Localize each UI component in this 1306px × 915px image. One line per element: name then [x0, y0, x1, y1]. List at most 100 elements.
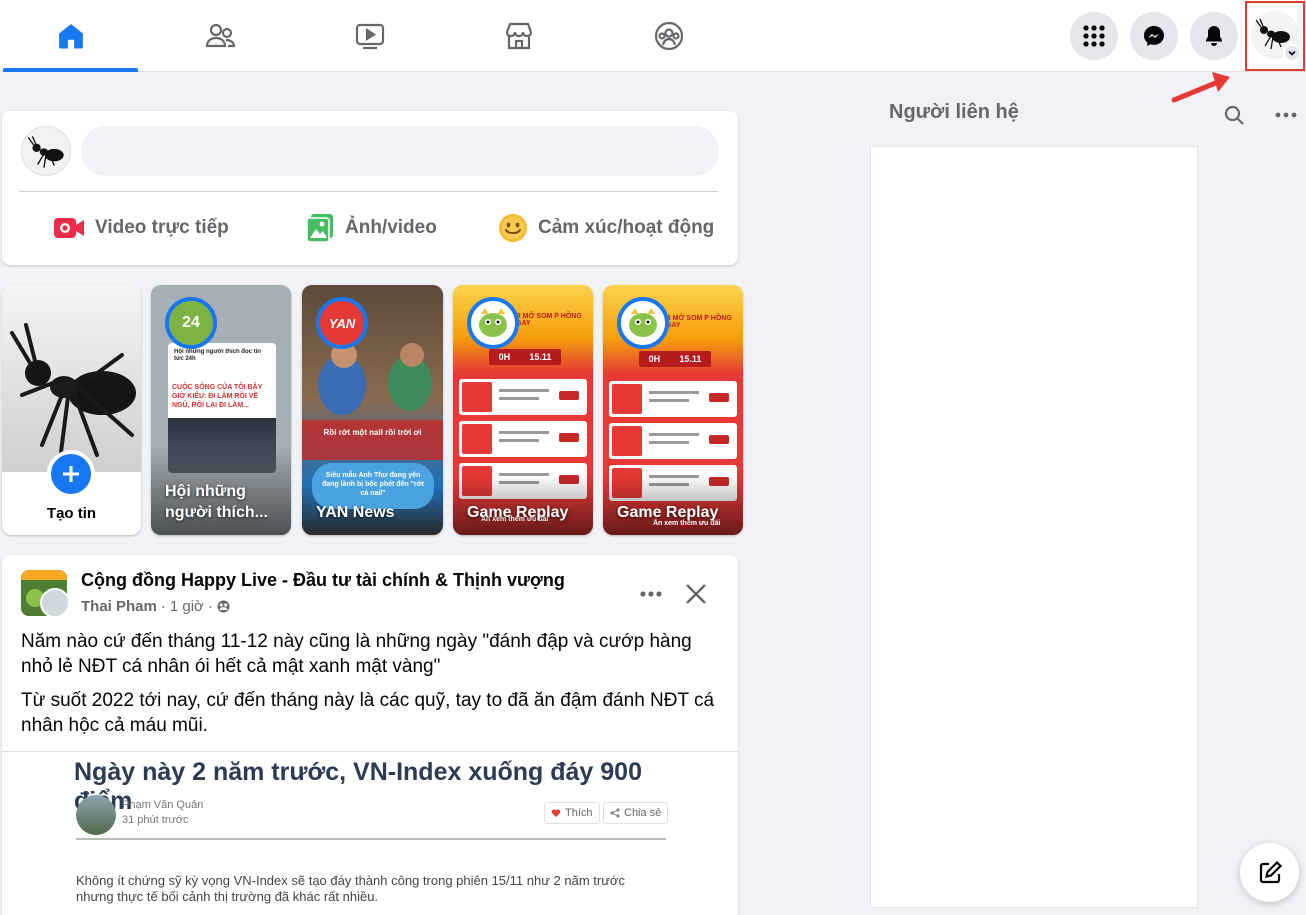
watch-icon	[355, 23, 384, 50]
tab-home[interactable]	[3, 0, 138, 72]
composer-avatar[interactable]	[21, 126, 71, 176]
game-mascot-icon	[621, 301, 665, 345]
marketplace-icon	[505, 22, 532, 50]
article-time: 31 phút trước	[122, 814, 189, 826]
post-paragraph: Từ suốt 2022 tới nay, cứ đến tháng này l…	[21, 690, 715, 736]
close-icon	[686, 584, 706, 604]
article-share-button: Chia sẻ	[603, 802, 669, 824]
promo-row	[609, 423, 737, 459]
notifications-button[interactable]	[1190, 12, 1238, 60]
new-message-button[interactable]	[1240, 843, 1299, 902]
promo-date-day: 15.11	[679, 354, 702, 364]
heart-icon	[551, 809, 561, 817]
group-name-link[interactable]: Cộng đồng Happy Live - Đầu tư tài chính …	[81, 570, 565, 591]
feed-post: Cộng đồng Happy Live - Đầu tư tài chính …	[2, 555, 738, 915]
story-avatar	[617, 297, 669, 349]
article-body: Không ít chứng sỹ kỳ vọng VN-Index sẽ tạ…	[76, 873, 625, 904]
story-photo	[302, 325, 443, 475]
story-avatar: 24	[165, 297, 217, 349]
promo-date-hour: 0H	[648, 354, 661, 364]
messenger-button[interactable]	[1130, 12, 1178, 60]
tab-friends[interactable]	[152, 0, 287, 72]
search-icon	[1224, 105, 1244, 125]
create-story-card[interactable]: Tạo tin	[2, 285, 141, 535]
group-privacy-icon	[217, 600, 230, 613]
contacts-list	[870, 146, 1198, 908]
yan-logo: YAN	[320, 301, 364, 345]
add-story-button[interactable]	[47, 450, 95, 498]
article-like-label: Thích	[565, 807, 593, 819]
post-time-link[interactable]: 1 giờ	[170, 598, 204, 615]
promo-row	[459, 379, 587, 415]
article-like-button: Thích	[544, 802, 600, 824]
story-preview-header: Hội những người thích đọc tin tức 24h	[174, 349, 261, 362]
story-card[interactable]: Hội những người thích đọc tin tức 24h CU…	[151, 285, 291, 535]
feeling-activity-label: Cảm xúc/hoạt động	[538, 217, 715, 238]
feeling-activity-button[interactable]: Cảm xúc/hoạt động	[498, 208, 714, 248]
annotation-highlight-box	[1245, 1, 1305, 71]
messenger-icon	[1144, 26, 1164, 46]
promo-date-badge: 0H 15.11	[489, 349, 561, 365]
compose-icon	[1259, 860, 1282, 883]
story-cover-image	[2, 285, 141, 472]
story-card[interactable]: ER MỞ SOM P HỒNG NGAY 0H 15.11 Ấn xem th…	[453, 285, 593, 535]
article-share-label: Chia sẻ	[624, 807, 662, 819]
friends-icon	[205, 23, 235, 48]
story-title: Game Replay	[467, 504, 569, 521]
story-card[interactable]: Rồi rớt một nail rồi trời ơi Siêu mẫu An…	[302, 285, 443, 535]
post-composer: Video trực tiếp Ảnh/video Cảm xúc/hoạt đ…	[2, 111, 738, 265]
article-author-avatar	[76, 795, 116, 835]
photo-icon	[306, 214, 333, 243]
post-options-button[interactable]	[636, 579, 666, 609]
smiley-icon	[499, 214, 527, 242]
hide-post-button[interactable]	[679, 577, 713, 611]
bell-icon	[1206, 26, 1222, 46]
search-contacts-button[interactable]	[1220, 101, 1248, 129]
menu-button[interactable]	[1070, 12, 1118, 60]
ant-icon	[27, 136, 64, 168]
promo-banner-text: ER MỞ SOM P HỒNG NGAY	[511, 313, 582, 327]
tab-watch[interactable]	[302, 0, 437, 72]
composer-divider	[19, 191, 718, 192]
post-paragraph: Năm nào cứ đến tháng 11-12 này cũng là n…	[21, 631, 692, 677]
post-meta: Thai Pham · 1 giờ ·	[81, 598, 230, 615]
photo-video-button[interactable]: Ảnh/video	[305, 208, 437, 248]
post-attached-image[interactable]: Ngày này 2 năm trước, VN-Index xuống đáy…	[60, 752, 682, 915]
meta-separator: ·	[160, 598, 166, 615]
promo-date-day: 15.11	[529, 352, 552, 362]
promo-date-badge: 0H 15.11	[639, 351, 711, 367]
promo-row	[609, 381, 737, 417]
story-title: Game Replay	[617, 504, 719, 521]
more-horizontal-icon	[640, 591, 662, 597]
plus-icon	[63, 466, 79, 482]
meta-separator: ·	[207, 598, 213, 615]
ant-icon	[10, 323, 136, 462]
apps-grid-icon	[1083, 25, 1105, 47]
news-24h-logo: 24	[169, 301, 213, 345]
top-navigation-bar	[0, 0, 1306, 72]
contacts-heading: Người liên hệ	[889, 101, 1019, 123]
story-avatar	[467, 297, 519, 349]
photo-video-label: Ảnh/video	[345, 217, 437, 238]
story-title: YAN News	[316, 504, 395, 521]
live-video-icon	[54, 218, 84, 238]
author-name-link[interactable]: Thai Pham	[81, 598, 157, 615]
live-video-label: Video trực tiếp	[95, 217, 229, 238]
contacts-options-button[interactable]	[1272, 101, 1300, 129]
author-avatar[interactable]	[40, 588, 70, 618]
tab-groups[interactable]	[601, 0, 736, 72]
groups-icon	[654, 21, 683, 51]
live-video-button[interactable]: Video trực tiếp	[53, 208, 229, 248]
tab-marketplace[interactable]	[451, 0, 586, 72]
story-caption: Rồi rớt một nail rồi trời ơi	[323, 428, 422, 437]
game-mascot-icon	[471, 301, 515, 345]
story-avatar: YAN	[316, 297, 368, 349]
whats-on-your-mind-input[interactable]	[81, 126, 719, 176]
share-icon	[610, 808, 620, 818]
story-title: Hội những người thích...	[165, 483, 268, 521]
promo-banner-text: ER MỞ SOM P HỒNG NGAY	[661, 315, 732, 329]
article-author: Phạm Văn Quân	[122, 799, 204, 811]
promo-date-hour: 0H	[498, 352, 511, 362]
more-horizontal-icon	[1275, 112, 1297, 118]
story-card[interactable]: ER MỞ SOM P HỒNG NGAY 0H 15.11 Ấn xem th…	[603, 285, 743, 535]
